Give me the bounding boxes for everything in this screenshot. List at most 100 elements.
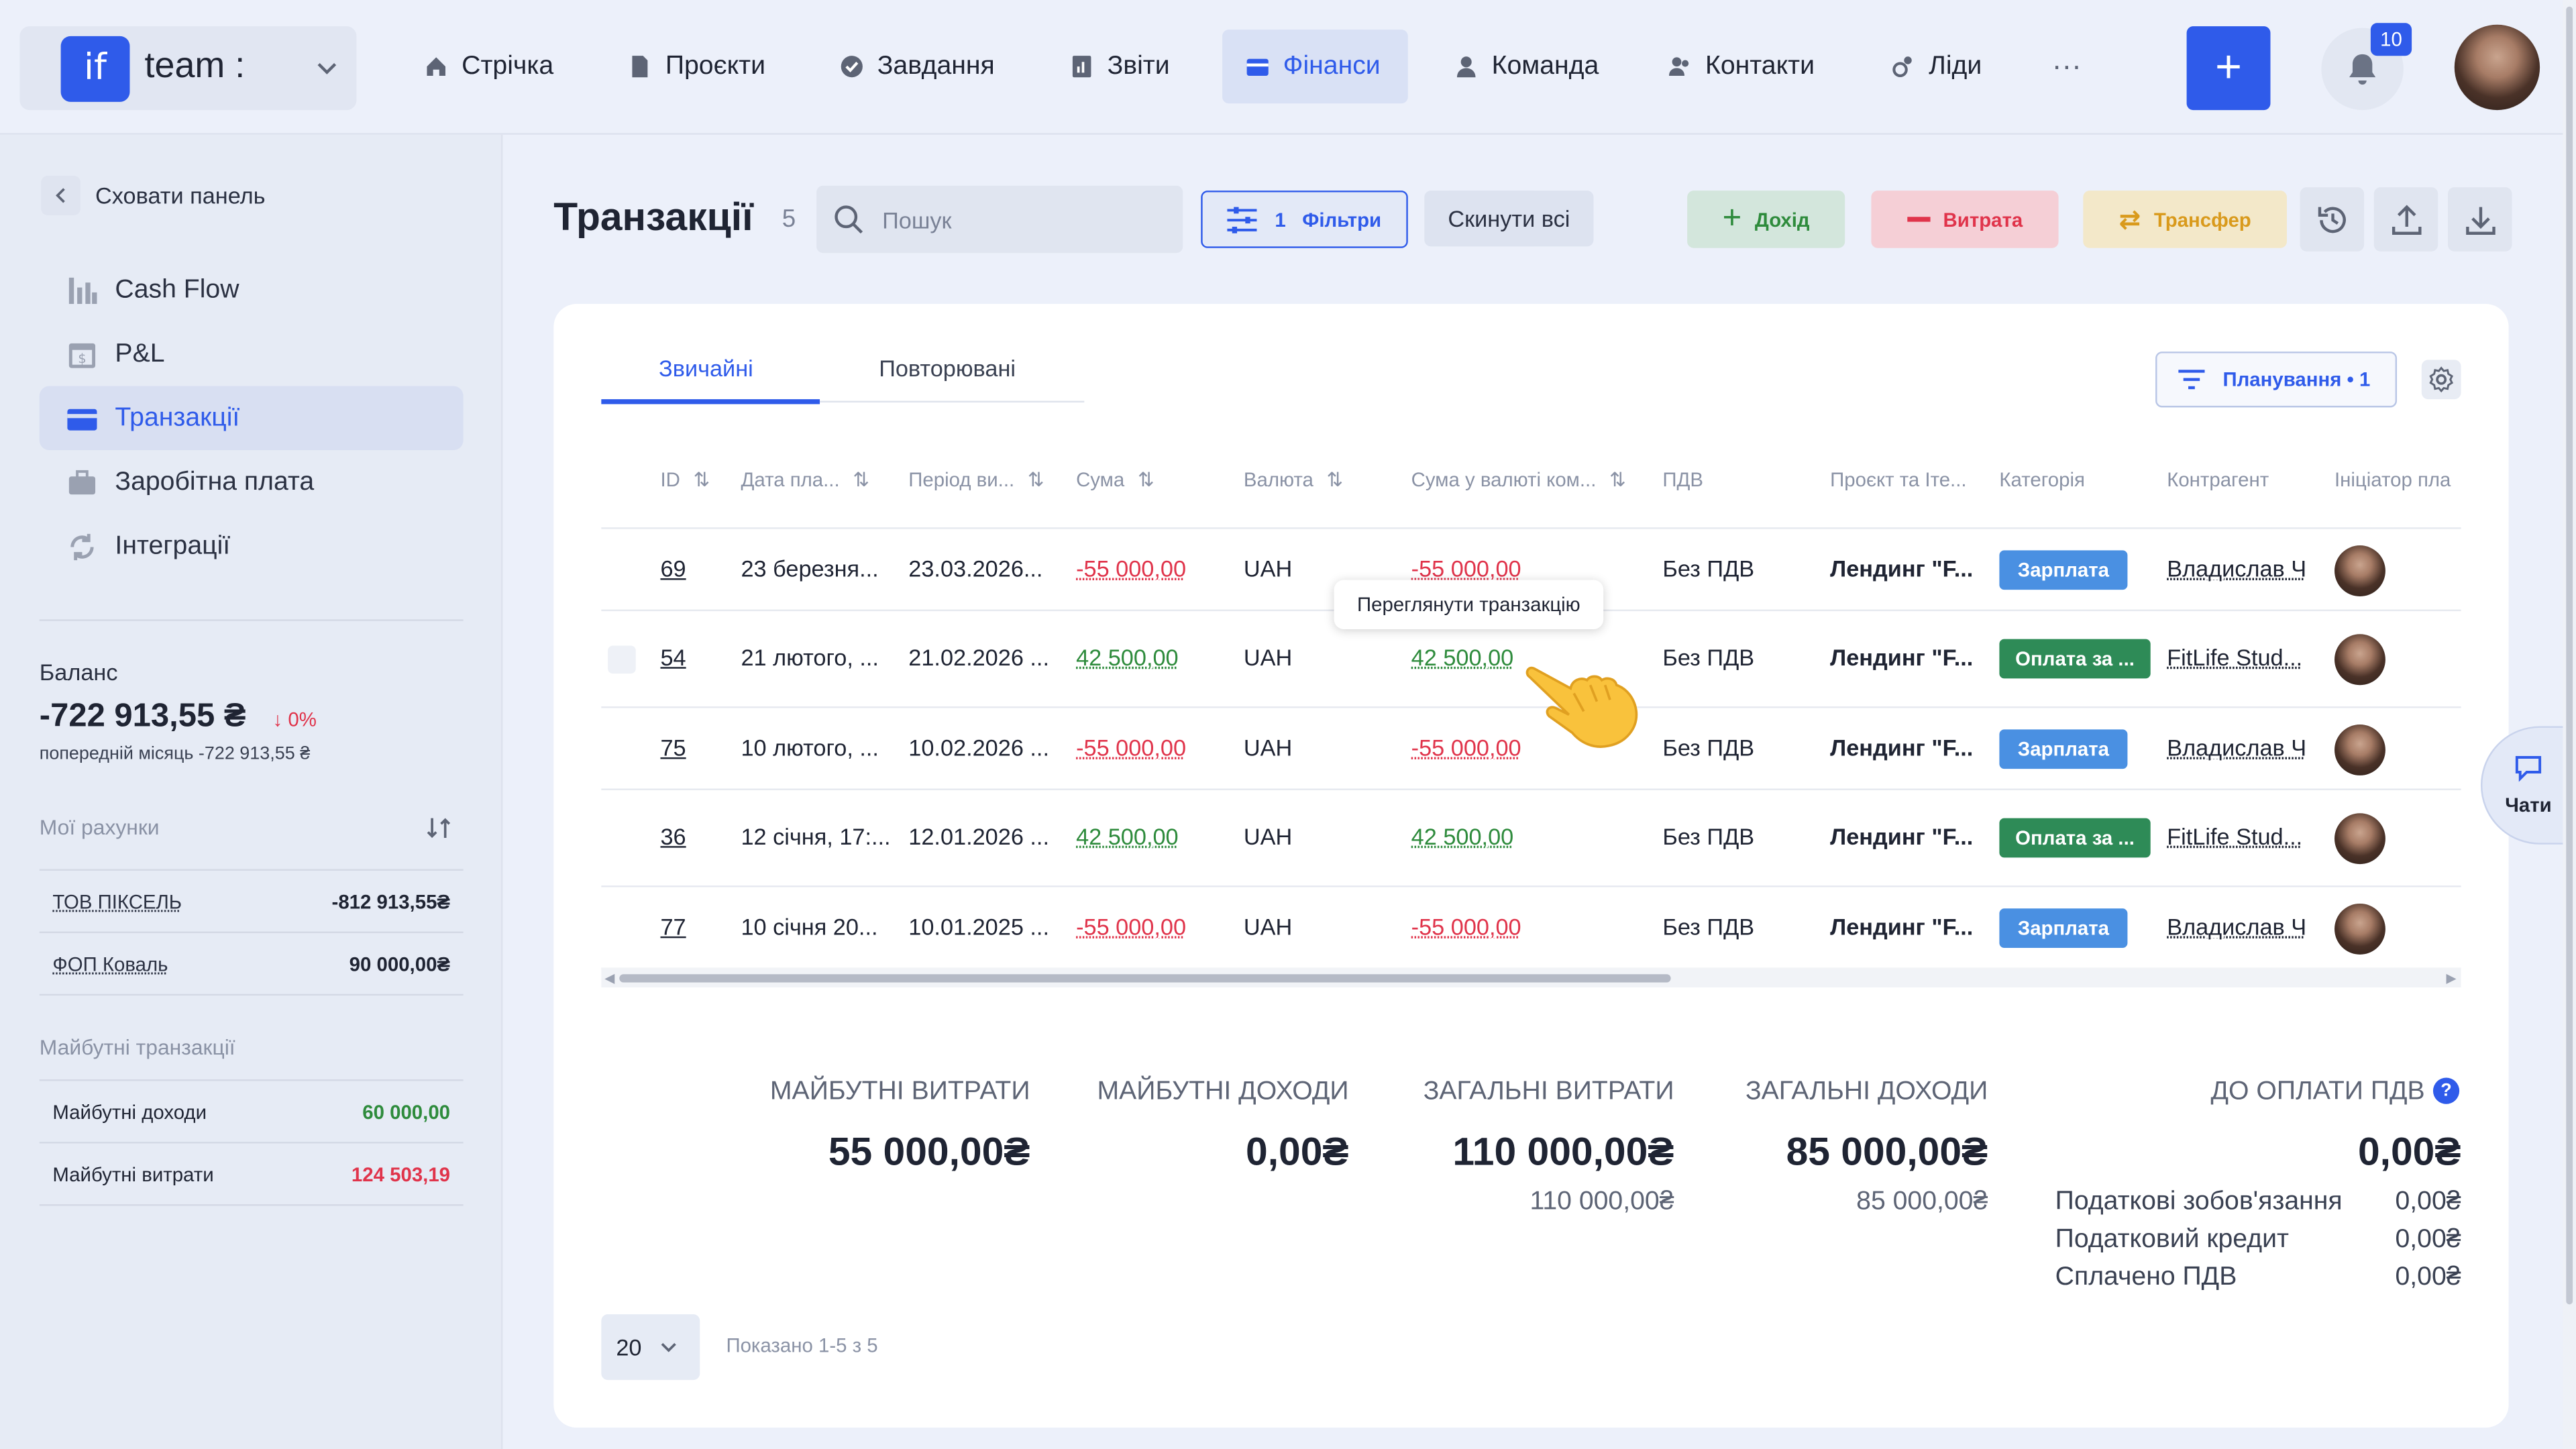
- transaction-id-link[interactable]: 36: [660, 823, 686, 849]
- account-row[interactable]: ТОВ ПІКСЕЛЬ -812 913,55₴: [39, 871, 464, 934]
- nav-item-feed[interactable]: Стрічка: [401, 30, 577, 103]
- project-name[interactable]: Лендинг "F...: [1830, 555, 1973, 582]
- planning-button[interactable]: Планування • 1: [2155, 352, 2398, 408]
- project-name[interactable]: Лендинг "F...: [1830, 644, 1973, 670]
- initiator-avatar[interactable]: [2334, 724, 2385, 775]
- search-input[interactable]: [816, 185, 1183, 254]
- transaction-id-link[interactable]: 54: [660, 644, 686, 670]
- history-button[interactable]: [2300, 187, 2365, 252]
- account-row[interactable]: ФОП Коваль 90 000,00₴: [39, 933, 464, 996]
- nav-item-reports[interactable]: Звіти: [1046, 30, 1193, 103]
- tab-regular[interactable]: Звичайні: [659, 355, 753, 381]
- per-page-select[interactable]: 20: [601, 1314, 700, 1381]
- counterparty-name[interactable]: Владислав Ч: [2167, 735, 2306, 761]
- sidebar-item-transactions[interactable]: Транзакції: [39, 386, 464, 451]
- view-transaction-tooltip: Переглянути транзакцію: [1334, 580, 1604, 629]
- nav-item-team[interactable]: Команда: [1431, 30, 1622, 103]
- transaction-sum[interactable]: -55 000,00: [1076, 914, 1186, 940]
- currency-code: UAH: [1243, 734, 1293, 761]
- transaction-sum[interactable]: 42 500,00: [1076, 823, 1179, 849]
- scroll-right-arrow-icon[interactable]: ▶: [2447, 971, 2457, 985]
- currency-code: UAH: [1243, 913, 1293, 940]
- category-badge[interactable]: Зарплата: [1999, 729, 2128, 769]
- sidebar-item-payroll[interactable]: Заробітна плата: [40, 450, 464, 515]
- scroll-left-arrow-icon[interactable]: ◀: [604, 971, 614, 985]
- help-icon[interactable]: ?: [2432, 1077, 2460, 1104]
- column-header-sum-company-currency[interactable]: Сума у валюті ком... ⇅: [1411, 468, 1626, 491]
- counterparty-name[interactable]: FitLife Stud...: [2167, 823, 2302, 849]
- counterparty-name[interactable]: Владислав Ч: [2167, 555, 2306, 582]
- sum-company-currency[interactable]: -55 000,00: [1411, 555, 1521, 582]
- import-button[interactable]: [2447, 187, 2512, 252]
- create-new-button[interactable]: +: [2186, 26, 2271, 111]
- category-badge[interactable]: Оплата за ...: [1999, 818, 2151, 858]
- sort-icon[interactable]: [425, 815, 451, 841]
- table-settings-button[interactable]: [2421, 360, 2461, 400]
- more-menu-button[interactable]: ···: [2052, 49, 2082, 83]
- hide-panel-label[interactable]: Сховати панель: [95, 182, 266, 209]
- column-header-sum[interactable]: Сума ⇅: [1076, 468, 1154, 491]
- column-header-vat[interactable]: ПДВ: [1662, 468, 1703, 491]
- vertical-scrollbar-thumb[interactable]: [2566, 6, 2573, 1305]
- project-name[interactable]: Лендинг "F...: [1830, 823, 1973, 849]
- column-header-period[interactable]: Період ви... ⇅: [908, 468, 1044, 491]
- project-name[interactable]: Лендинг "F...: [1830, 735, 1973, 761]
- transaction-id-link[interactable]: 77: [660, 914, 686, 940]
- sum-company-currency[interactable]: -55 000,00: [1411, 914, 1521, 940]
- nav-item-tasks[interactable]: Завдання: [816, 30, 1018, 103]
- per-page-value: 20: [616, 1334, 642, 1360]
- sidebar-item-integrations[interactable]: Інтеграції: [40, 515, 464, 579]
- initiator-avatar[interactable]: [2334, 545, 2385, 596]
- column-header-category[interactable]: Категорія: [1999, 468, 2085, 491]
- sum-company-currency[interactable]: 42 500,00: [1411, 644, 1514, 670]
- column-header-counterparty[interactable]: Контрагент: [2167, 468, 2269, 491]
- sum-company-currency[interactable]: -55 000,00: [1411, 735, 1521, 761]
- filters-button[interactable]: 1 Фільтри: [1201, 191, 1408, 248]
- initiator-avatar[interactable]: [2334, 634, 2385, 686]
- category-badge[interactable]: Оплата за ...: [1999, 639, 2151, 679]
- export-button[interactable]: [2373, 187, 2438, 252]
- transaction-id-link[interactable]: 69: [660, 555, 686, 582]
- nav-item-leads[interactable]: Ліди: [1868, 30, 2004, 103]
- transaction-sum[interactable]: -55 000,00: [1076, 555, 1186, 582]
- sum-company-currency[interactable]: 42 500,00: [1411, 823, 1514, 849]
- transaction-sum[interactable]: -55 000,00: [1076, 735, 1186, 761]
- transaction-sum[interactable]: 42 500,00: [1076, 644, 1179, 670]
- column-header-project[interactable]: Проєкт та Іте...: [1830, 468, 1966, 491]
- sidebar-item-pnl[interactable]: $ P&L: [40, 322, 464, 386]
- leads-icon: [1892, 56, 1912, 78]
- add-income-button[interactable]: + Дохід: [1687, 191, 1845, 248]
- counterparty-name[interactable]: FitLife Stud...: [2167, 644, 2302, 670]
- add-expense-button[interactable]: Витрата: [1871, 191, 2059, 248]
- category-badge[interactable]: Зарплата: [1999, 908, 2128, 949]
- hide-panel-button[interactable]: [41, 176, 81, 215]
- column-header-id[interactable]: ID ⇅: [660, 468, 710, 491]
- reset-filters-button[interactable]: Скинути всі: [1424, 191, 1594, 247]
- column-header-initiator[interactable]: Ініціатор пла: [2334, 468, 2461, 491]
- transaction-id-link[interactable]: 75: [660, 735, 686, 761]
- accrual-period: 21.02.2026 ...: [908, 644, 1050, 671]
- tab-recurring[interactable]: Повторювані: [879, 355, 1016, 381]
- initiator-avatar[interactable]: [2334, 903, 2385, 955]
- horizontal-scrollbar-thumb[interactable]: [619, 974, 1671, 983]
- project-name[interactable]: Лендинг "F...: [1830, 914, 1973, 940]
- row-checkbox[interactable]: [608, 645, 636, 674]
- column-header-currency[interactable]: Валюта ⇅: [1244, 468, 1343, 491]
- user-avatar[interactable]: [2454, 24, 2540, 111]
- payment-date: 23 березня...: [741, 555, 879, 582]
- initiator-avatar[interactable]: [2334, 813, 2385, 865]
- nav-label: Завдання: [877, 52, 995, 80]
- chevron-down-icon[interactable]: [312, 52, 341, 82]
- search-placeholder: Пошук: [882, 207, 952, 233]
- nav-item-contacts[interactable]: Контакти: [1644, 30, 1837, 103]
- nav-item-finance[interactable]: Фінанси: [1222, 30, 1408, 104]
- account-name: ФОП Коваль: [52, 952, 168, 975]
- counterparty-name[interactable]: Владислав Ч: [2167, 914, 2306, 940]
- nav-item-projects[interactable]: Проєкти: [604, 30, 788, 103]
- sidebar-item-cash-flow[interactable]: Cash Flow: [40, 258, 464, 322]
- add-transfer-button[interactable]: ⇄ Трансфер: [2083, 191, 2287, 248]
- future-expenses-label: Майбутні витрати: [52, 1162, 214, 1185]
- category-badge[interactable]: Зарплата: [1999, 550, 2128, 590]
- currency-code: UAH: [1243, 555, 1293, 582]
- column-header-payment-date[interactable]: Дата пла... ⇅: [741, 468, 869, 491]
